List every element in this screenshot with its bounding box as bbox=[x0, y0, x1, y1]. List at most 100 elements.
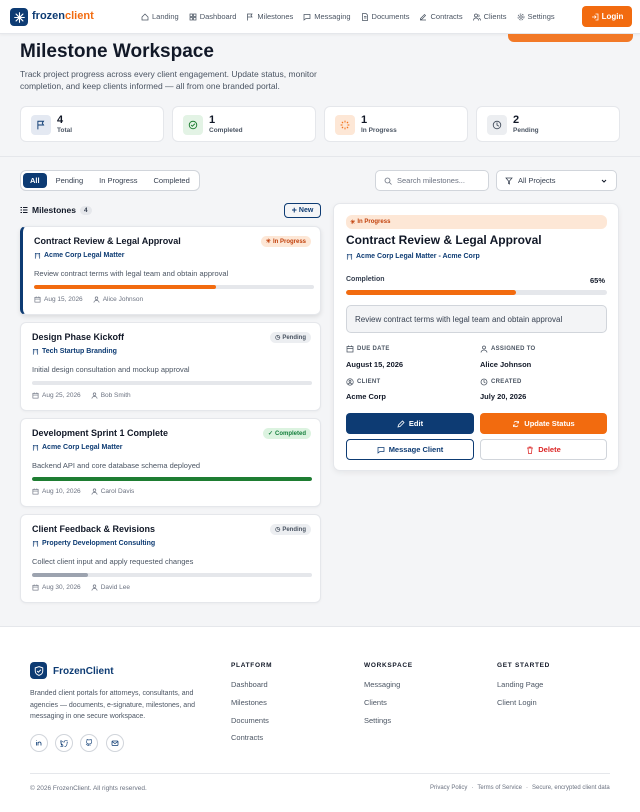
status-badge: ◷ Pending bbox=[270, 332, 311, 343]
nav-link-milestones[interactable]: Milestones bbox=[246, 12, 293, 21]
nav-link-clients[interactable]: Clients bbox=[472, 12, 507, 21]
detail-status-badge: ☀ In Progress bbox=[346, 215, 607, 229]
assignee-name: Carol Davis bbox=[100, 488, 135, 495]
login-button[interactable]: Login bbox=[582, 6, 632, 27]
field-label: ASSIGNED TO bbox=[491, 346, 536, 352]
user-icon bbox=[91, 584, 98, 591]
grid-icon bbox=[189, 13, 197, 20]
document-icon bbox=[361, 12, 368, 21]
due-date-value: Aug 30, 2026 bbox=[42, 584, 81, 591]
milestone-title: Design Phase Kickoff bbox=[32, 332, 125, 342]
detail-status-label: In Progress bbox=[357, 219, 391, 225]
project-select[interactable]: All Projects bbox=[496, 170, 617, 191]
building-icon bbox=[32, 348, 39, 355]
footer-link-contracts[interactable]: Contracts bbox=[231, 733, 263, 742]
terms-of-service-link[interactable]: Terms of Service bbox=[477, 785, 522, 791]
decorative-accent-bar bbox=[508, 34, 633, 42]
milestone-card[interactable]: Contract Review & Legal Approval ☀ In Pro… bbox=[20, 226, 321, 315]
message-client-label: Message Client bbox=[388, 445, 444, 454]
delete-button[interactable]: Delete bbox=[480, 439, 607, 460]
delete-label: Delete bbox=[538, 445, 561, 454]
nav-link-landing[interactable]: Landing bbox=[141, 12, 179, 21]
nav-link-messaging[interactable]: Messaging bbox=[303, 12, 351, 21]
footer-link-dashboard[interactable]: Dashboard bbox=[231, 680, 268, 689]
milestone-card[interactable]: Design Phase Kickoff ◷ Pending Tech Start… bbox=[20, 322, 321, 411]
nav-link-contracts[interactable]: Contracts bbox=[419, 12, 463, 21]
user-icon bbox=[93, 296, 100, 303]
milestone-title: Client Feedback & Revisions bbox=[32, 524, 156, 534]
github-icon[interactable] bbox=[80, 734, 98, 752]
check-circle-icon: ✓ bbox=[267, 431, 273, 437]
nav-link-settings[interactable]: Settings bbox=[517, 12, 555, 21]
due-date: Aug 15, 2026 bbox=[34, 296, 83, 303]
footer-link-clients[interactable]: Clients bbox=[364, 698, 387, 707]
project-select-value: All Projects bbox=[518, 176, 556, 185]
brand-name[interactable]: frozenclient bbox=[32, 10, 94, 22]
detail-title: Contract Review & Legal Approval bbox=[346, 233, 542, 247]
progress-fill bbox=[32, 573, 88, 577]
milestones-count-badge: 4 bbox=[79, 205, 92, 215]
new-label: New bbox=[298, 207, 314, 214]
calendar-icon bbox=[32, 488, 39, 495]
stat-label: In Progress bbox=[361, 127, 397, 134]
update-status-button[interactable]: Update Status bbox=[480, 413, 607, 434]
plus-icon: + bbox=[291, 205, 297, 215]
loader-icon: ☀ bbox=[350, 219, 356, 226]
project-name: Acme Corp Legal Matter bbox=[44, 252, 125, 259]
milestone-meta: Aug 10, 2026 Carol Davis bbox=[32, 488, 134, 495]
loader-icon: ☀ bbox=[265, 239, 271, 245]
stat-card-completed: 1 Completed bbox=[172, 106, 316, 142]
separator: · bbox=[526, 785, 529, 791]
footer-link-landing-page[interactable]: Landing Page bbox=[497, 680, 543, 689]
progress-fill bbox=[34, 285, 216, 289]
gear-icon bbox=[517, 13, 524, 20]
nav-link-documents[interactable]: Documents bbox=[361, 12, 409, 21]
chevron-down-icon bbox=[601, 179, 607, 183]
logo-icon[interactable] bbox=[10, 8, 28, 26]
linkedin-icon[interactable] bbox=[30, 734, 48, 752]
progress-fill bbox=[32, 477, 312, 481]
filter-tab-in-progress[interactable]: In Progress bbox=[92, 173, 144, 188]
status-label: In Progress bbox=[272, 238, 306, 245]
search-input[interactable]: Search milestones... bbox=[375, 170, 489, 191]
completion-percent: 65% bbox=[590, 276, 606, 285]
page-subtitle: Track project progress across every clie… bbox=[20, 69, 317, 91]
filter-tab-completed[interactable]: Completed bbox=[146, 173, 196, 188]
users-icon bbox=[472, 13, 481, 21]
security-note: Secure, encrypted client data bbox=[532, 785, 610, 791]
twitter-icon[interactable] bbox=[55, 734, 73, 752]
mail-icon[interactable] bbox=[106, 734, 124, 752]
message-client-button[interactable]: Message Client bbox=[346, 439, 474, 460]
field-label: CREATED bbox=[491, 379, 522, 385]
milestone-title: Development Sprint 1 Complete bbox=[32, 428, 169, 438]
client-label: CLIENT bbox=[346, 378, 380, 386]
footer-divider bbox=[30, 773, 610, 774]
footer-link-client-login[interactable]: Client Login bbox=[497, 698, 537, 707]
footer-heading-platform: PLATFORM bbox=[231, 662, 273, 669]
new-milestone-button[interactable]: + New bbox=[284, 203, 321, 218]
footer-bottom-links: Privacy Policy · Terms of Service · Secu… bbox=[430, 785, 610, 791]
edit-button[interactable]: Edit bbox=[346, 413, 474, 434]
due-date-value: Aug 10, 2026 bbox=[42, 488, 81, 495]
footer-link-milestones[interactable]: Milestones bbox=[231, 698, 267, 707]
footer-link-documents[interactable]: Documents bbox=[231, 716, 269, 725]
progress-bar bbox=[34, 285, 314, 289]
milestone-card[interactable]: Development Sprint 1 Complete ✓ Completed… bbox=[20, 418, 321, 507]
nav-link-dashboard[interactable]: Dashboard bbox=[189, 12, 236, 21]
pencil-icon bbox=[397, 419, 405, 428]
filter-tab-all[interactable]: All bbox=[23, 173, 47, 188]
footer-link-settings[interactable]: Settings bbox=[364, 716, 391, 725]
milestone-card[interactable]: Client Feedback & Revisions ◷ Pending Pro… bbox=[20, 514, 321, 603]
stat-label: Completed bbox=[209, 127, 243, 134]
milestones-heading: Milestones 4 bbox=[20, 205, 92, 215]
filter-tab-pending[interactable]: Pending bbox=[49, 173, 91, 188]
milestone-meta: Aug 25, 2026 Bob Smith bbox=[32, 392, 131, 399]
milestone-project: Acme Corp Legal Matter bbox=[34, 252, 125, 259]
login-icon bbox=[591, 13, 599, 20]
project-name: Property Development Consulting bbox=[42, 540, 156, 547]
assignee: Bob Smith bbox=[91, 392, 131, 399]
footer-link-messaging[interactable]: Messaging bbox=[364, 680, 400, 689]
project-name: Acme Corp Legal Matter bbox=[42, 444, 123, 451]
privacy-policy-link[interactable]: Privacy Policy bbox=[430, 785, 467, 791]
footer-brand[interactable]: FrozenClient bbox=[53, 666, 114, 677]
